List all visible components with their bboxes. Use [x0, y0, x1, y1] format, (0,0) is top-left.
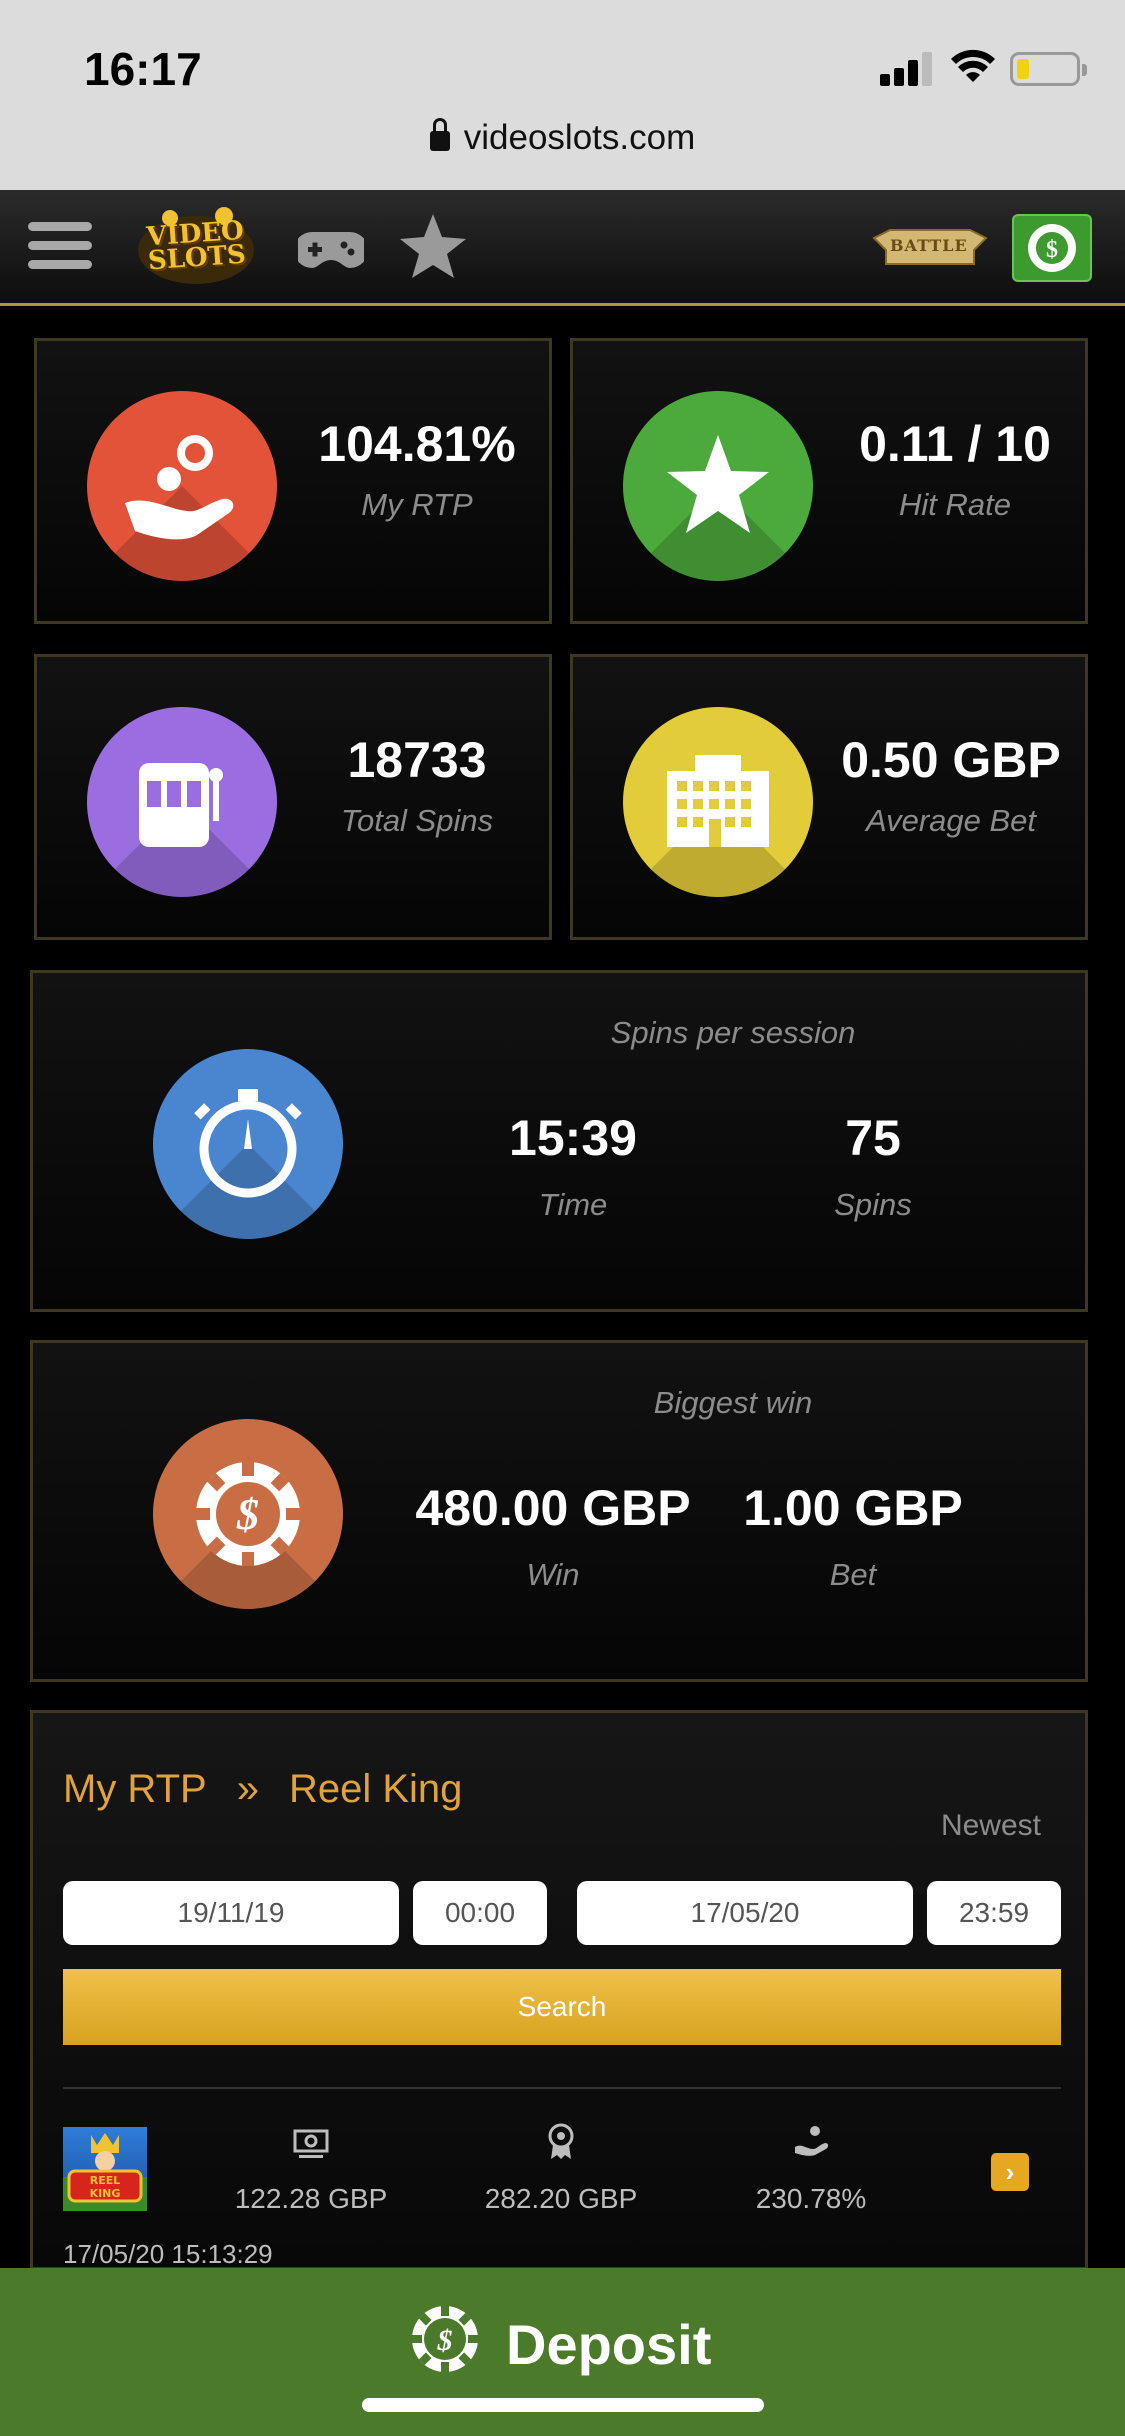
stat-card-total-spins: 18733 Total Spins — [34, 654, 552, 940]
stat-card-hit-rate: 0.11 / 10 Hit Rate — [570, 338, 1088, 624]
rtp-history-section: My RTP » Reel King Newest 19/11/19 00:00 1… — [30, 1710, 1088, 2270]
gamepad-icon[interactable] — [298, 230, 364, 270]
hit-rate-icon-circle — [623, 391, 813, 581]
biggest-win-title: Biggest win — [653, 1385, 813, 1420]
session-time-value: 15:39 — [509, 1110, 637, 1166]
svg-text:$: $ — [236, 1490, 259, 1539]
battery-icon — [1010, 52, 1087, 86]
breadcrumb-game[interactable]: Reel King — [289, 1767, 462, 1811]
total-spins-value: 18733 — [347, 732, 487, 788]
row-rtp: 230.78% — [755, 2183, 867, 2214]
divider — [63, 2087, 1061, 2089]
to-time-field[interactable]: 23:59 — [927, 1881, 1061, 1945]
lock-icon — [429, 118, 450, 151]
search-button[interactable]: Search — [63, 1969, 1061, 2045]
reel-king-thumbnail[interactable]: REEL KING — [63, 2127, 147, 2211]
hand-coin-icon — [125, 435, 234, 540]
url-text: videoslots.com — [463, 118, 696, 157]
svg-text:REEL: REEL — [90, 2174, 121, 2187]
average-bet-value: 0.50 GBP — [841, 732, 1061, 788]
average-bet-icon-circle — [623, 707, 813, 897]
dollar-chip-icon: $ — [1028, 224, 1076, 272]
hand-coin-icon — [795, 2126, 829, 2156]
stat-card-average-bet: 0.50 GBP Average Bet — [570, 654, 1088, 940]
rtp-value: 104.81% — [318, 416, 516, 472]
session-spins-value: 75 — [845, 1110, 901, 1166]
browser-status-bar: 16:17 videoslots.com — [0, 0, 1125, 190]
row-details-arrow-icon[interactable]: › — [991, 2153, 1029, 2191]
rtp-label: My RTP — [361, 487, 473, 522]
breadcrumb-separator: » — [236, 1767, 259, 1811]
biggest-win-bet-label: Bet — [829, 1557, 877, 1592]
stopwatch-icon — [194, 1089, 302, 1198]
biggest-win-icon-circle: $ — [153, 1419, 343, 1609]
site-header: VIDEO SLOTS BATTLE $ — [0, 190, 1125, 306]
rtp-icon-circle — [87, 391, 277, 581]
biggest-win-label: Win — [526, 1557, 580, 1592]
svg-text:KING: KING — [90, 2187, 121, 2200]
svg-text:$: $ — [1046, 237, 1058, 263]
from-date-field[interactable]: 19/11/19 — [63, 1881, 399, 1945]
deposit-label: Deposit — [506, 2313, 712, 2376]
breadcrumb-my-rtp[interactable]: My RTP — [63, 1767, 207, 1811]
session-time-label: Time — [538, 1187, 608, 1222]
reel-king-logo: REEL KING — [63, 2133, 147, 2211]
slot-machine-icon — [139, 763, 223, 847]
total-spins-label: Total Spins — [340, 803, 494, 838]
from-time-field[interactable]: 00:00 — [413, 1881, 547, 1945]
deposit-chip-icon: $ — [412, 2306, 478, 2372]
row-bet-total: 122.28 GBP — [234, 2183, 388, 2214]
star-badge-icon — [667, 435, 769, 533]
clock: 16:17 — [84, 43, 202, 95]
money-icon — [293, 2129, 329, 2158]
svg-text:$: $ — [437, 2324, 453, 2357]
award-ribbon-icon — [548, 2123, 574, 2159]
hit-rate-label: Hit Rate — [899, 487, 1011, 522]
biggest-win-value: 480.00 GBP — [415, 1480, 691, 1536]
spins-per-session-card: Spins per session 15:39 Time 75 Spins — [30, 970, 1088, 1312]
to-date-field[interactable]: 17/05/20 — [577, 1881, 913, 1945]
stat-card-rtp: 104.81% My RTP — [34, 338, 552, 624]
spins-per-session-title: Spins per session — [610, 1015, 856, 1050]
row-win-total: 282.20 GBP — [484, 2183, 638, 2214]
menu-icon[interactable] — [28, 220, 92, 272]
address-bar[interactable]: videoslots.com — [0, 118, 1125, 158]
battle-of-slots-logo[interactable]: BATTLE — [870, 220, 990, 276]
biggest-win-card: Biggest win $ 480.00 GBP Win 1.00 GBP Be… — [30, 1340, 1088, 1682]
hit-rate-value: 0.11 / 10 — [859, 416, 1051, 472]
building-icon — [667, 755, 769, 847]
favourites-star-icon[interactable] — [398, 212, 468, 282]
videoslots-logo[interactable]: VIDEO SLOTS — [132, 204, 260, 290]
wifi-icon — [951, 49, 995, 82]
total-spins-icon-circle — [87, 707, 277, 897]
sort-newest[interactable]: Newest — [941, 1809, 1041, 1843]
cashier-button[interactable]: $ — [1012, 214, 1092, 282]
biggest-win-bet-value: 1.00 GBP — [743, 1480, 963, 1536]
session-icon-circle — [153, 1049, 343, 1239]
dollar-chip-icon: $ — [196, 1462, 300, 1566]
average-bet-label: Average Bet — [865, 803, 1037, 838]
breadcrumb: My RTP » Reel King — [63, 1767, 462, 1812]
row-datetime: 17/05/20 15:13:29 — [63, 2239, 273, 2269]
home-indicator[interactable] — [362, 2398, 764, 2412]
session-spins-label: Spins — [834, 1187, 912, 1222]
cellular-signal-icon — [880, 50, 936, 86]
